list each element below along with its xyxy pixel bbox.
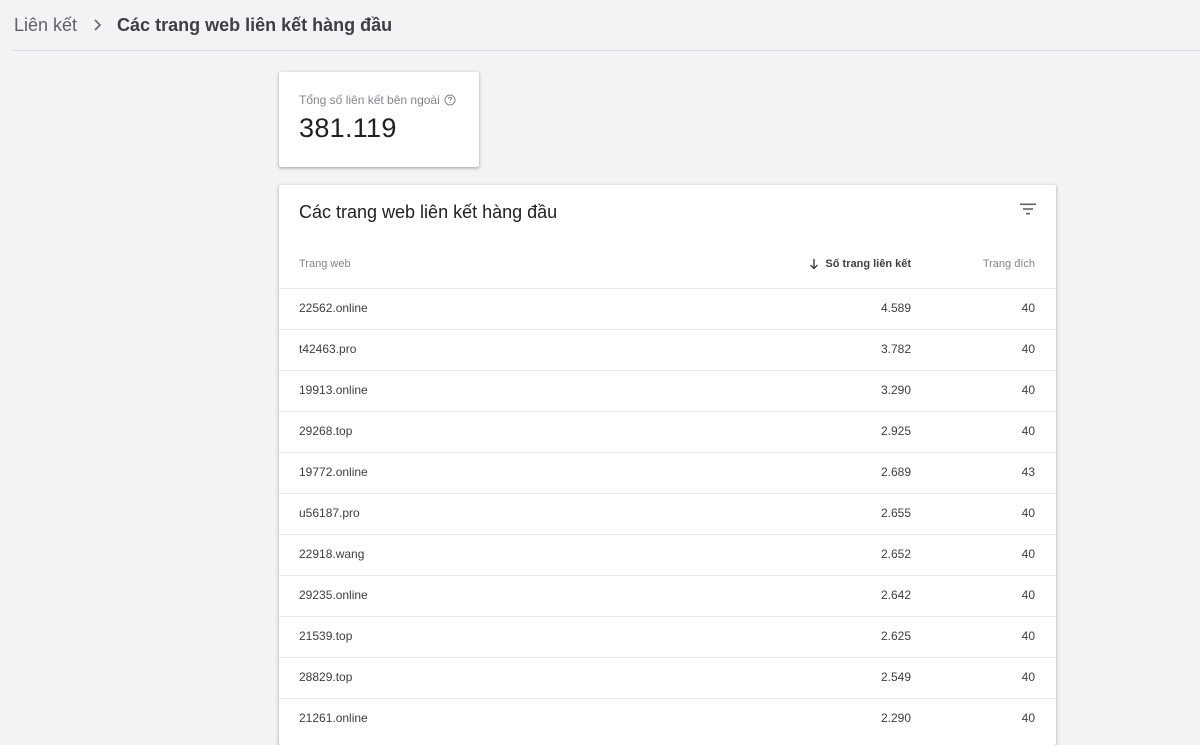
top-linking-sites-table: Các trang web liên kết hàng đầu Trang we…: [279, 185, 1056, 745]
table-row[interactable]: 29268.top 2.925 40: [279, 411, 1056, 452]
column-header-linking-pages[interactable]: Số trang liên kết: [808, 258, 911, 270]
stat-value: 381.119: [299, 113, 397, 143]
help-circle-icon[interactable]: [444, 94, 456, 106]
cell-site: 29235.online: [299, 588, 368, 602]
cell-target-pages: 40: [1021, 711, 1035, 725]
table-row[interactable]: 22918.wang 2.652 40: [279, 534, 1056, 575]
table-row[interactable]: 21539.top 2.625 40: [279, 616, 1056, 657]
breadcrumb-link-lien-ket[interactable]: Liên kết: [14, 15, 77, 36]
table-row[interactable]: 19772.online 2.689 43: [279, 452, 1056, 493]
arrow-down-icon: [808, 258, 820, 270]
cell-linking-pages: 3.290: [880, 383, 911, 397]
cell-site: 28829.top: [299, 670, 353, 684]
cell-linking-pages: 2.625: [880, 629, 911, 643]
stat-label: Tổng số liên kết bên ngoài: [299, 93, 440, 107]
filter-icon[interactable]: [1016, 197, 1040, 221]
cell-site: 21539.top: [299, 629, 353, 643]
chevron-right-icon: [89, 17, 105, 33]
page-title: Các trang web liên kết hàng đầu: [117, 14, 393, 35]
table-row[interactable]: t42463.pro 3.782 40: [279, 329, 1056, 370]
table-row[interactable]: u56187.pro 2.655 40: [279, 493, 1056, 534]
cell-target-pages: 40: [1021, 588, 1035, 602]
cell-linking-pages: 2.925: [880, 424, 911, 438]
cell-target-pages: 40: [1021, 383, 1035, 397]
cell-target-pages: 40: [1021, 342, 1035, 356]
column-header-target-pages[interactable]: Trang đích: [983, 258, 1035, 270]
cell-site: 19913.online: [299, 383, 368, 397]
table-body: 22562.online 4.589 40 t42463.pro 3.782 4…: [279, 288, 1056, 739]
cell-site: t42463.pro: [299, 342, 357, 356]
cell-site: 19772.online: [299, 465, 368, 479]
cell-target-pages: 40: [1021, 547, 1035, 561]
cell-linking-pages: 2.652: [880, 547, 911, 561]
cell-linking-pages: 2.549: [880, 670, 911, 684]
table-row[interactable]: 22562.online 4.589 40: [279, 288, 1056, 329]
cell-site: u56187.pro: [299, 506, 360, 520]
total-external-links-card: Tổng số liên kết bên ngoài 381.119: [279, 72, 479, 167]
column-header-site[interactable]: Trang web: [299, 258, 351, 270]
table-row[interactable]: 19913.online 3.290 40: [279, 370, 1056, 411]
cell-target-pages: 40: [1021, 301, 1035, 315]
cell-linking-pages: 2.642: [880, 588, 911, 602]
cell-linking-pages: 2.290: [880, 711, 911, 725]
table-row[interactable]: 21261.online 2.290 40: [279, 698, 1056, 739]
cell-site: 22562.online: [299, 301, 368, 315]
cell-site: 21261.online: [299, 711, 368, 725]
cell-site: 29268.top: [299, 424, 353, 438]
cell-linking-pages: 2.689: [880, 465, 911, 479]
table-row[interactable]: 28829.top 2.549 40: [279, 657, 1056, 698]
table-title: Các trang web liên kết hàng đầu: [299, 202, 558, 222]
column-header-linking-pages-label: Số trang liên kết: [825, 258, 911, 270]
cell-target-pages: 40: [1021, 424, 1035, 438]
cell-site: 22918.wang: [299, 547, 365, 561]
header: Liên kết Các trang web liên kết hàng đầu: [0, 0, 1200, 50]
cell-target-pages: 40: [1021, 670, 1035, 684]
cell-linking-pages: 3.782: [880, 342, 911, 356]
table-row[interactable]: 29235.online 2.642 40: [279, 575, 1056, 616]
cell-target-pages: 40: [1021, 506, 1035, 520]
cell-target-pages: 40: [1021, 629, 1035, 643]
cell-target-pages: 43: [1021, 465, 1035, 479]
cell-linking-pages: 2.655: [880, 506, 911, 520]
header-divider: [12, 50, 1200, 51]
cell-linking-pages: 4.589: [880, 301, 911, 315]
